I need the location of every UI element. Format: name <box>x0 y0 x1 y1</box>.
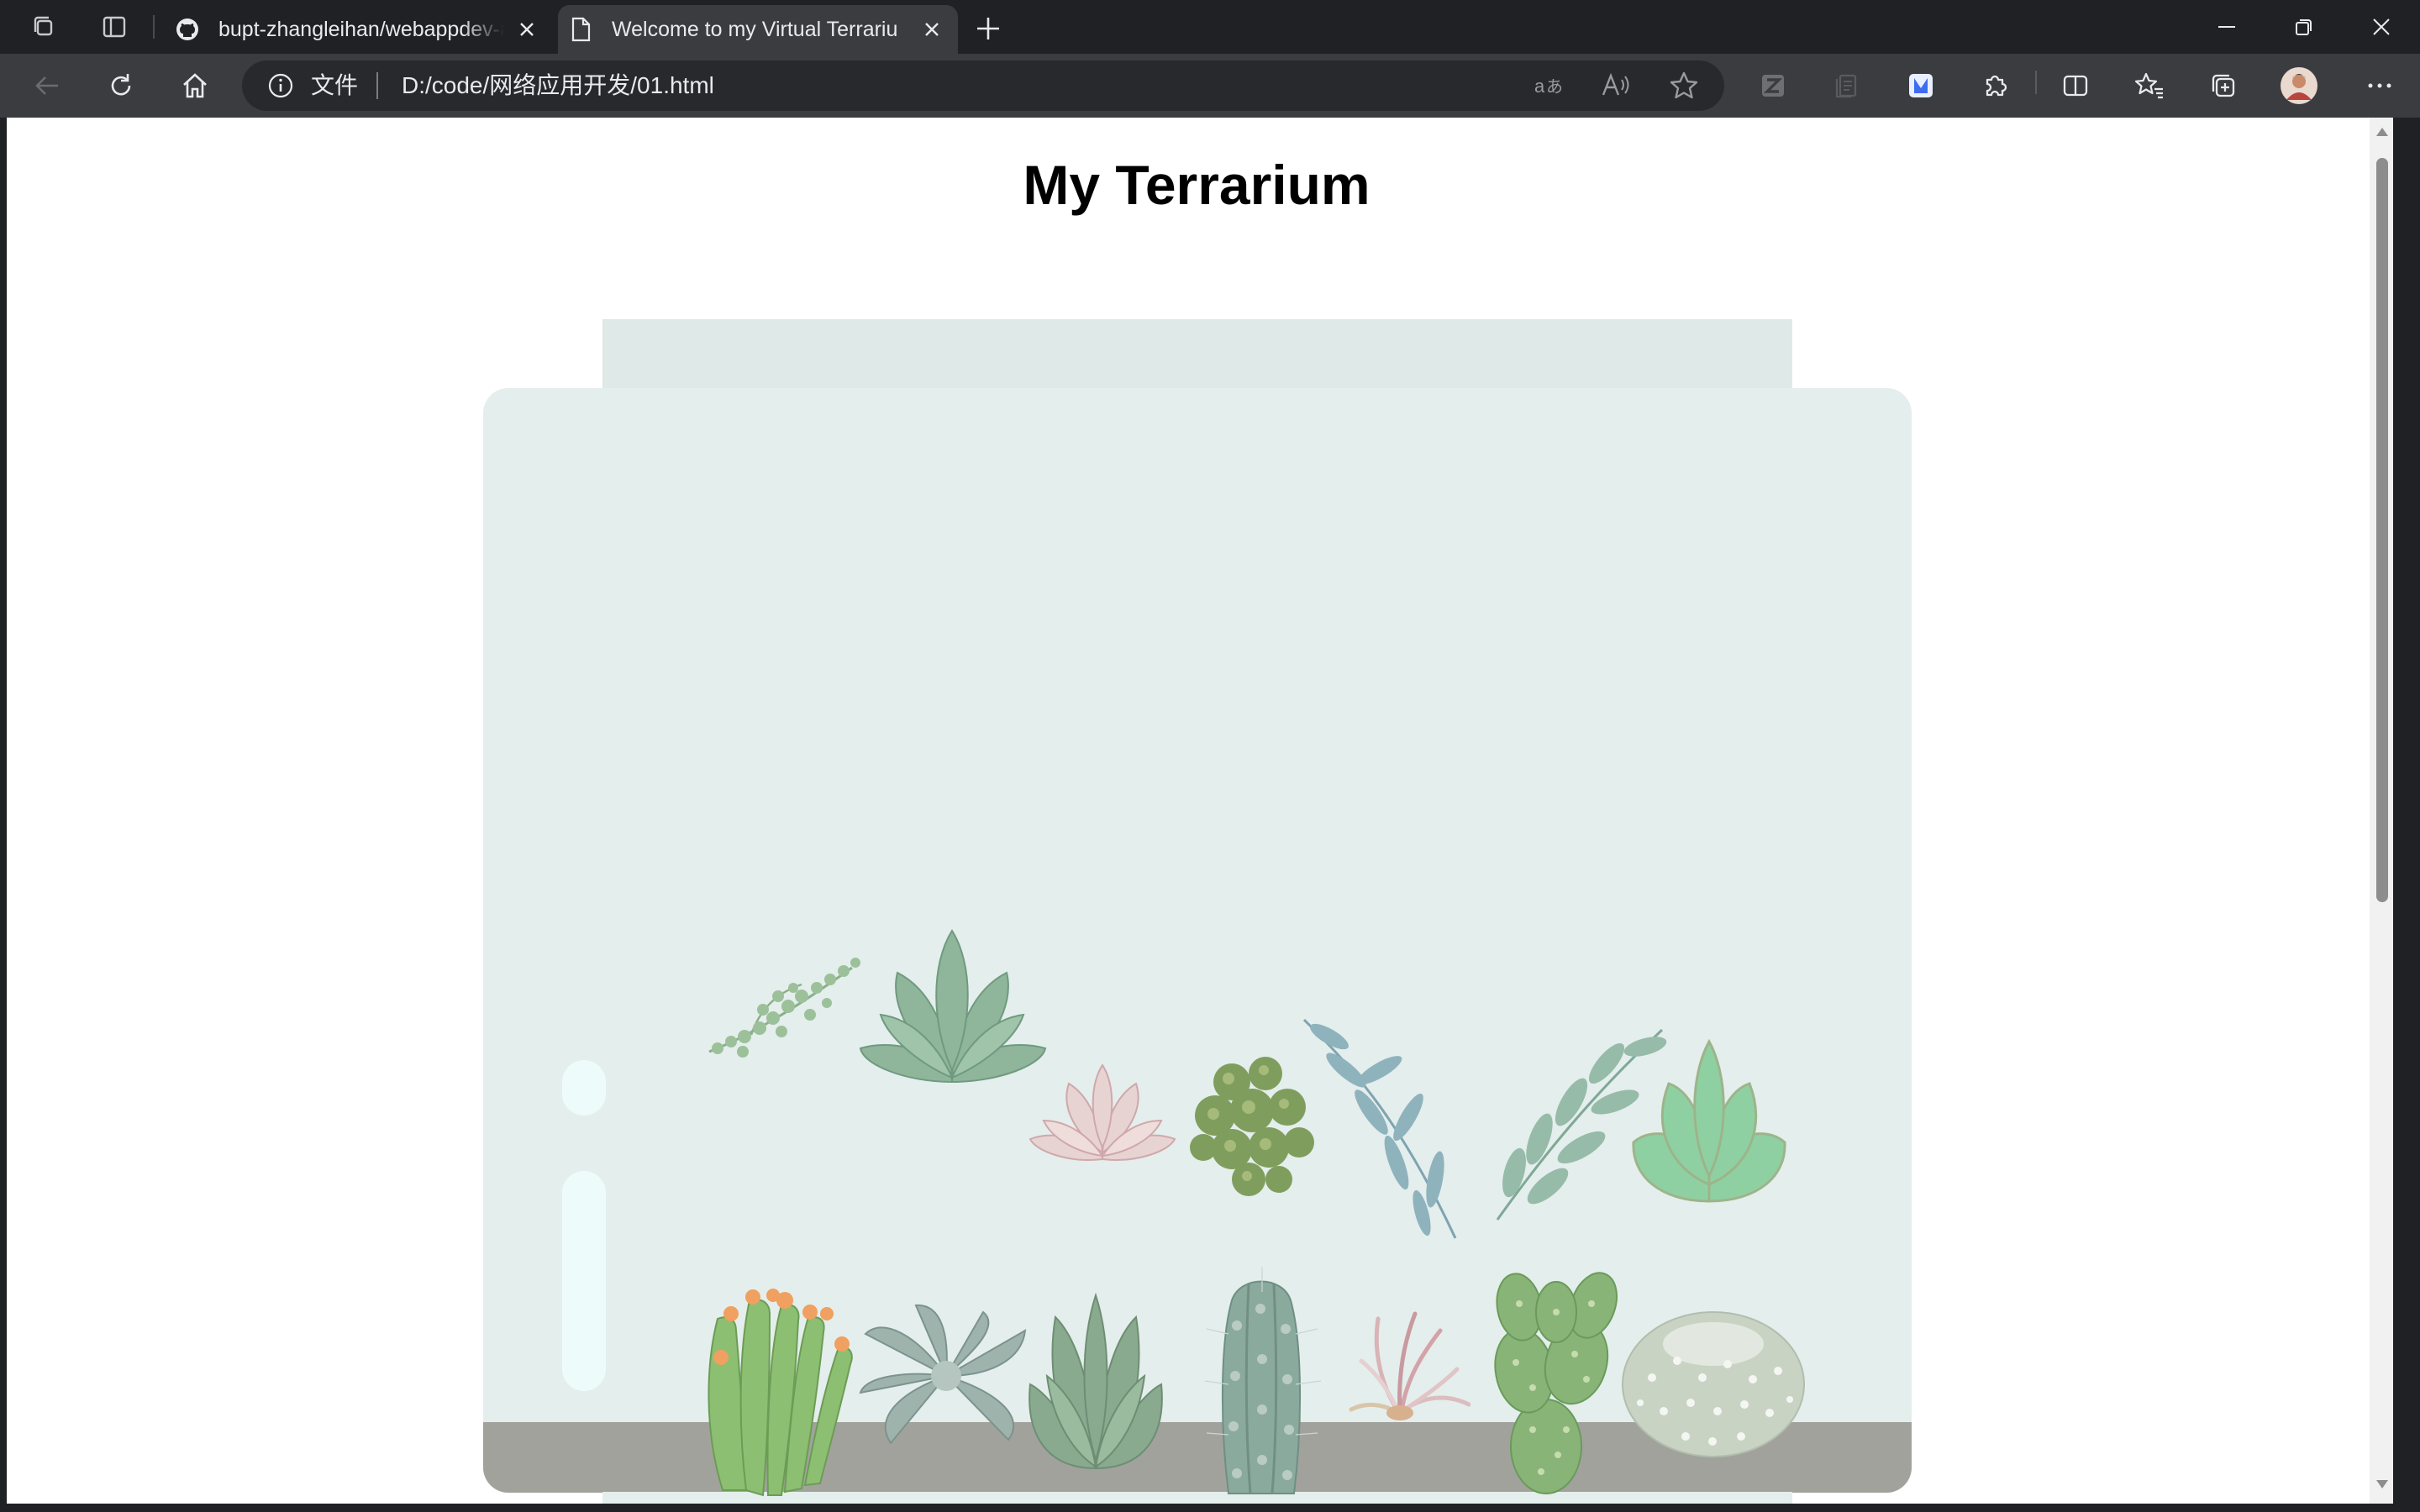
vertical-tabs-button[interactable] <box>96 10 133 44</box>
url-text[interactable]: D:/code/网络应用开发/01.html <box>402 72 714 99</box>
more-dots-icon <box>2368 83 2391 88</box>
close-icon <box>2373 18 2390 35</box>
puzzle-icon <box>1986 75 2007 97</box>
z-extension-icon <box>1762 75 1784 97</box>
home-button[interactable] <box>175 66 215 106</box>
close-window-button[interactable] <box>2356 8 2407 45</box>
echeveria-green[interactable] <box>855 922 1049 1095</box>
browser-toolbar: 文件 D:/code/网络应用开发/01.html a あ <box>0 54 2420 118</box>
workspaces-icon <box>34 16 53 36</box>
avatar <box>2281 67 2317 104</box>
flowering-cactus[interactable] <box>697 1263 862 1500</box>
collections-icon <box>2212 74 2235 97</box>
prickly-pear-cactus[interactable] <box>1482 1262 1627 1497</box>
github-icon <box>173 15 202 44</box>
air-plant[interactable] <box>1348 1310 1470 1426</box>
extension-doc-button[interactable] <box>1827 66 1867 106</box>
round-cactus[interactable] <box>1618 1294 1808 1462</box>
eucalyptus-branch[interactable] <box>1296 1011 1460 1247</box>
read-aloud-icon[interactable] <box>1600 69 1634 102</box>
page-title: My Terrarium <box>1023 154 1370 216</box>
jar-glossy-short <box>562 1060 606 1116</box>
settings-more-button[interactable] <box>2360 66 2400 106</box>
document-extension-icon <box>1835 74 1857 98</box>
minimize-icon <box>2218 26 2235 28</box>
scrollbar-thumb[interactable] <box>2376 158 2388 902</box>
favorites-button[interactable] <box>2129 66 2170 106</box>
new-tab-button[interactable] <box>971 12 1005 45</box>
tab-actions-icon <box>103 16 126 38</box>
extension-bookmark-button[interactable] <box>1901 66 1941 106</box>
tab-title: Welcome to my Virtual Terrarium <box>612 17 897 41</box>
svg-text:a: a <box>1534 76 1545 97</box>
grey-succulent[interactable] <box>857 1300 1035 1446</box>
svg-text:あ: あ <box>1546 76 1563 97</box>
tab-terrarium[interactable]: Welcome to my Virtual Terrarium <box>558 5 958 54</box>
workspaces-button[interactable] <box>25 10 62 44</box>
echeveria-pink[interactable] <box>1027 1058 1178 1173</box>
tab-separator <box>153 15 155 39</box>
split-screen-button[interactable] <box>2055 66 2096 106</box>
refresh-icon <box>111 74 131 96</box>
tab-title: bupt-zhangleihan/webappdev-as <box>218 17 504 41</box>
tab-github[interactable]: bupt-zhangleihan/webappdev-as <box>165 5 553 54</box>
trailing-plant[interactable] <box>701 951 865 1068</box>
plus-icon <box>977 18 999 39</box>
bookmark-extension-icon <box>1909 74 1933 97</box>
scroll-down-arrow-icon[interactable] <box>2375 1477 2390 1492</box>
favorites-list-icon <box>2134 72 2163 99</box>
page-viewport: My Terrarium <box>7 118 2393 1504</box>
home-icon <box>183 73 207 98</box>
profile-button[interactable] <box>2279 66 2319 106</box>
restore-button[interactable] <box>2279 8 2329 45</box>
close-tab-icon[interactable] <box>919 17 944 42</box>
aloe-succulent[interactable] <box>1022 1292 1170 1475</box>
site-info-icon[interactable] <box>267 72 294 99</box>
restore-icon <box>2296 19 2312 35</box>
page-icon <box>566 15 595 44</box>
address-bar[interactable]: 文件 D:/code/网络应用开发/01.html a あ <box>242 60 1724 111</box>
collections-button[interactable] <box>2203 66 2244 106</box>
extensions-button[interactable] <box>1975 66 2015 106</box>
close-tab-icon[interactable] <box>514 17 539 42</box>
scroll-up-arrow-icon[interactable] <box>2375 124 2390 139</box>
back-button[interactable] <box>27 66 67 106</box>
page-scrollbar[interactable] <box>2370 118 2393 1504</box>
refresh-button[interactable] <box>101 66 141 106</box>
back-arrow-icon <box>35 76 58 95</box>
column-cactus[interactable] <box>1198 1258 1326 1497</box>
jade-succulent[interactable] <box>1627 1033 1791 1210</box>
translate-icon[interactable]: a あ <box>1533 69 1566 102</box>
split-screen-icon <box>2063 75 2088 97</box>
protocol-label: 文件 <box>311 72 359 98</box>
jar-top <box>602 319 1792 395</box>
tab-strip: bupt-zhangleihan/webappdev-as Welcome to… <box>0 0 2420 54</box>
toolbar-separator <box>2035 71 2037 94</box>
address-divider <box>376 72 378 99</box>
jar-glossy-long <box>562 1171 606 1391</box>
favorite-star-icon[interactable] <box>1667 69 1701 102</box>
extension-z-button[interactable] <box>1753 66 1793 106</box>
minimize-button[interactable] <box>2202 8 2252 45</box>
